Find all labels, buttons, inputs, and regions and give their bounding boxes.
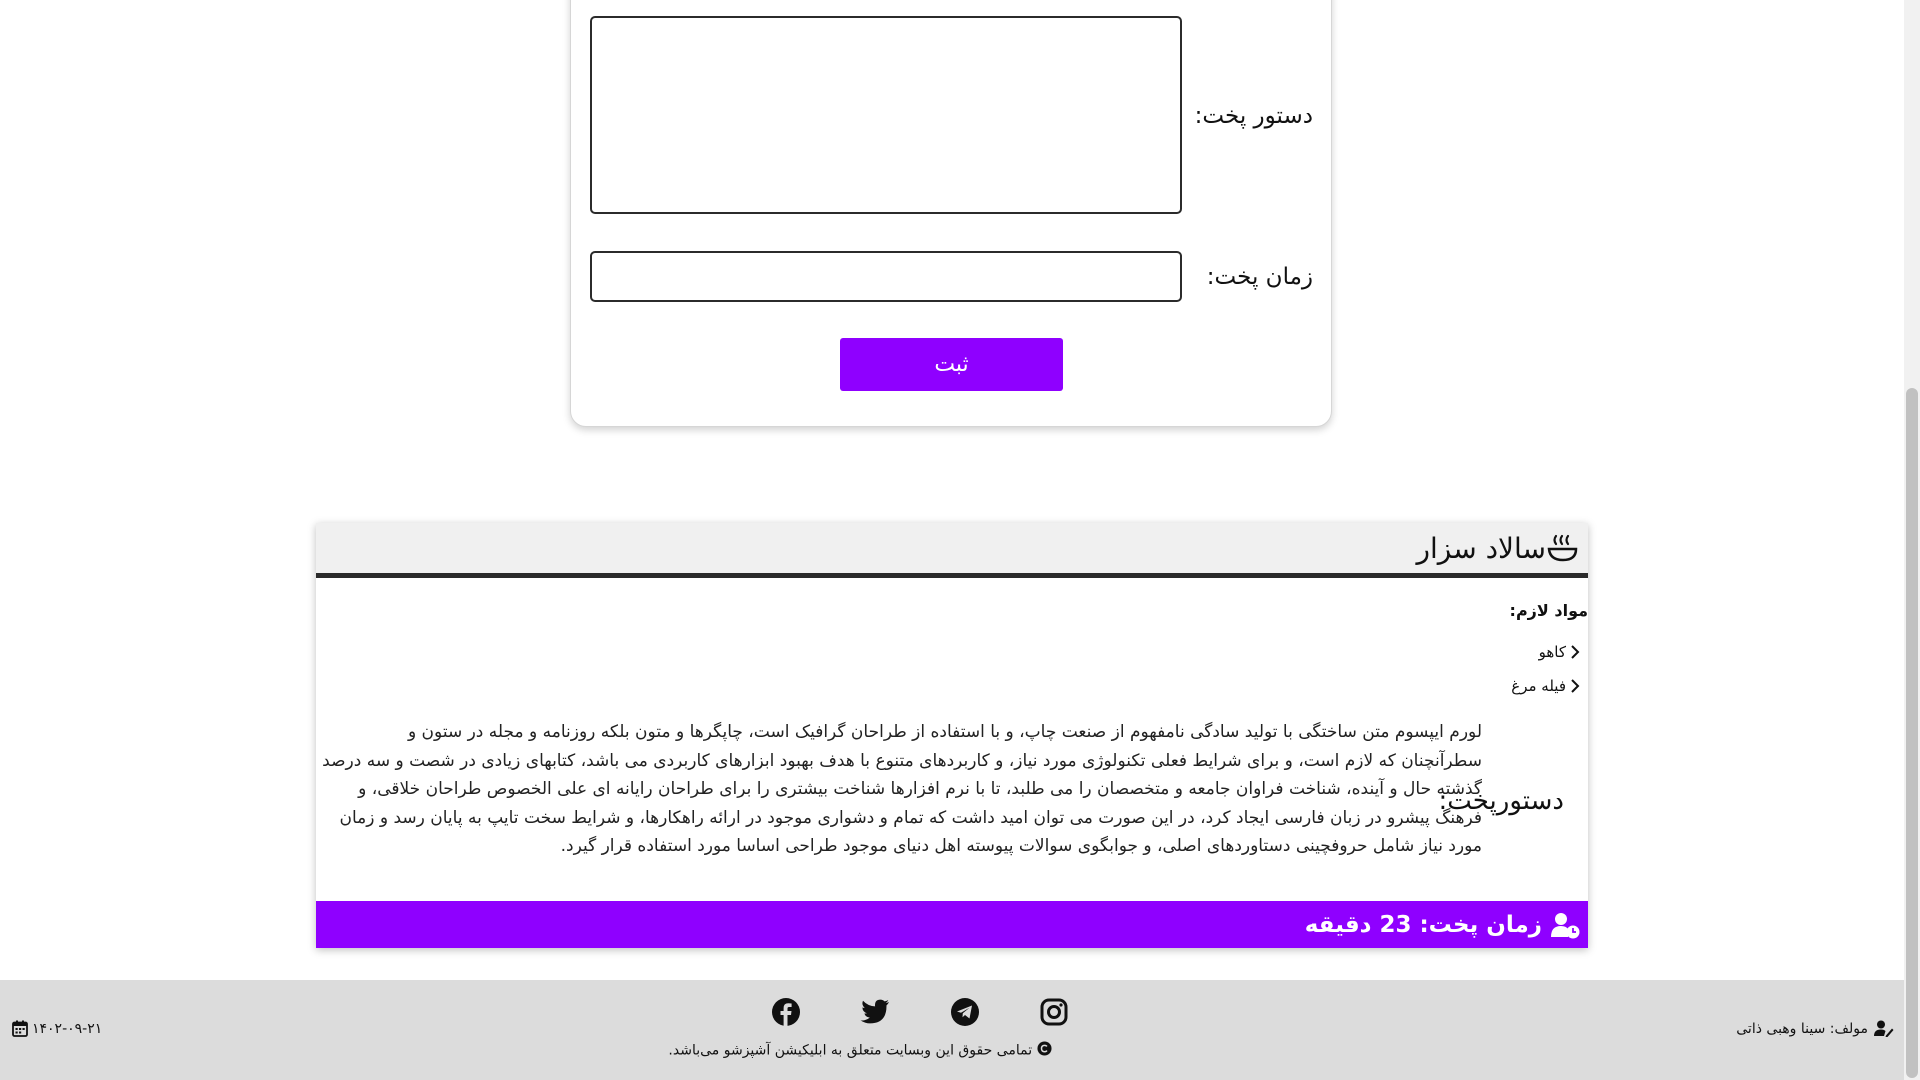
recipe-title: سالاد سزار xyxy=(1416,531,1546,565)
date-info: ۱۴۰۲-۰۹-۲۱ xyxy=(12,1020,102,1037)
ingredient-label: کاهو xyxy=(1538,643,1566,661)
cook-time-label: زمان پخت: xyxy=(1206,264,1313,290)
instructions-label: دستور پخت: xyxy=(1194,103,1313,129)
cook-time-bar: زمان پخت: 23 دقیقه xyxy=(316,901,1588,948)
cook-time-text: زمان پخت: 23 دقیقه xyxy=(1304,911,1542,938)
scrollbar-thumb[interactable] xyxy=(1906,388,1918,1078)
submit-button[interactable]: ثبت xyxy=(840,338,1063,391)
chevron-right-icon xyxy=(1571,679,1580,693)
instructions-textarea[interactable] xyxy=(590,16,1182,214)
page-footer: تمامی حقوق این وبسایت متعلق به ابلیکیشن … xyxy=(0,980,1904,1080)
recipe-card: سالاد سزار مواد لازم: کاهو فیله مرغ دستو… xyxy=(316,523,1588,948)
author-info: مولف: سینا وهبی ذاتی xyxy=(1736,1020,1894,1037)
social-links xyxy=(770,996,1070,1036)
ingredient-label: فیله مرغ xyxy=(1511,677,1566,695)
facebook-icon[interactable] xyxy=(770,996,802,1028)
twitter-icon[interactable] xyxy=(859,996,891,1028)
dish-icon xyxy=(1546,533,1580,563)
user-pen-icon xyxy=(1874,1020,1894,1037)
recipe-header: سالاد سزار xyxy=(316,523,1588,578)
calendar-icon xyxy=(12,1020,28,1037)
vertical-scrollbar[interactable] xyxy=(1904,0,1920,1080)
cook-time-input[interactable] xyxy=(590,251,1182,302)
telegram-icon[interactable] xyxy=(949,996,981,1028)
ingredients-heading: مواد لازم: xyxy=(1509,601,1588,620)
copyright-icon xyxy=(1037,1041,1052,1060)
list-item: کاهو xyxy=(1511,635,1580,669)
copyright-text: تمامی حقوق این وبسایت متعلق به ابلیکیشن … xyxy=(600,1041,1120,1060)
instructions-text: لورم ایپسوم متن ساختگی با تولید سادگی نا… xyxy=(322,722,1482,856)
chevron-right-icon xyxy=(1571,645,1580,659)
user-clock-icon xyxy=(1550,911,1580,939)
list-item: فیله مرغ xyxy=(1511,669,1580,703)
instagram-icon[interactable] xyxy=(1038,996,1070,1028)
ingredients-list: کاهو فیله مرغ xyxy=(1511,635,1580,703)
